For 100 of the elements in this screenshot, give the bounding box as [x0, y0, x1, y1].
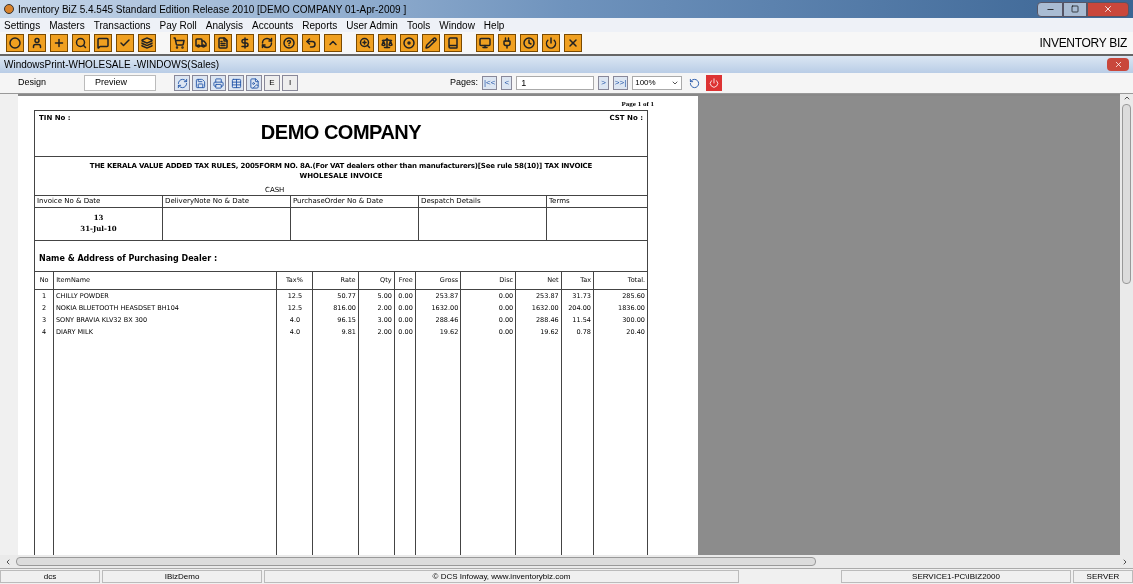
close-icon — [1103, 4, 1113, 14]
scroll-right-icon — [1121, 557, 1129, 566]
toolbar-button[interactable] — [72, 34, 90, 52]
toolbar-button[interactable] — [6, 34, 24, 52]
menu-item[interactable]: Masters — [49, 17, 85, 33]
menu-item[interactable]: Settings — [4, 17, 41, 33]
dropdown-caret-icon — [671, 79, 680, 87]
toolbar-button[interactable] — [236, 34, 254, 52]
toolbar-button[interactable] — [378, 34, 396, 52]
toolbar-button[interactable] — [564, 34, 582, 52]
toolbar-button[interactable] — [476, 34, 494, 52]
plug-icon — [501, 37, 513, 49]
undo-icon — [688, 77, 700, 89]
plus-icon — [53, 37, 65, 49]
menu-item[interactable]: Analysis — [205, 17, 244, 33]
status-bar-panel: IBizDemo — [102, 570, 262, 583]
menu-item[interactable]: Reports — [302, 17, 338, 33]
refresh-icon — [176, 77, 188, 89]
power-icon — [709, 78, 720, 88]
print-toolbar-button[interactable] — [174, 75, 190, 91]
speech-bubble-icon — [97, 37, 109, 49]
print-toolbar-button[interactable] — [192, 75, 208, 91]
text-toolbar-button[interactable]: I — [282, 75, 298, 91]
brand-text: INVENTORY BIZ — [1039, 35, 1127, 52]
next-page-button[interactable]: > — [598, 76, 609, 90]
last-page-button[interactable]: >>| — [612, 76, 629, 90]
stop-button[interactable] — [706, 75, 723, 91]
toolbar-button[interactable] — [116, 34, 134, 52]
zoom-dropdown[interactable]: 100% — [632, 76, 683, 90]
minimize-button[interactable] — [1037, 1, 1063, 17]
menu-item[interactable]: User Admin — [346, 17, 398, 33]
refresh-icon — [261, 37, 273, 49]
toolbar-button[interactable] — [170, 34, 188, 52]
vertical-scrollbar[interactable] — [1120, 94, 1133, 555]
power-icon — [545, 37, 557, 49]
print-toolbar-button[interactable] — [228, 75, 244, 91]
toolbar-button[interactable] — [444, 34, 462, 52]
toolbar-button[interactable] — [214, 34, 232, 52]
toolbar-button[interactable] — [520, 34, 538, 52]
clock-icon — [523, 37, 535, 49]
dollar-icon — [239, 37, 251, 49]
text-toolbar-button[interactable]: E — [264, 75, 280, 91]
toolbar-button[interactable] — [28, 34, 46, 52]
child-close-button[interactable] — [1107, 58, 1129, 71]
toolbar-button[interactable] — [422, 34, 440, 52]
scroll-up-icon — [1122, 94, 1131, 102]
book-icon — [447, 37, 459, 49]
undo-icon — [305, 37, 317, 49]
help-icon — [283, 37, 295, 49]
table-icon — [230, 77, 242, 89]
menu-item[interactable]: Window — [439, 17, 475, 33]
print-toolbar-button[interactable] — [210, 75, 226, 91]
toolbar-button[interactable] — [258, 34, 276, 52]
toolbar-button[interactable] — [324, 34, 342, 52]
menu-item[interactable]: Help — [483, 17, 505, 33]
dealer-label: Name & Address of Purchasing Dealer : — [39, 253, 218, 263]
status-bar-panel: SERVICE1-PC\IBIZ2000 — [841, 570, 1071, 583]
status-bar-panel: dcs — [0, 570, 100, 583]
zoom-icon — [359, 37, 371, 49]
disc-icon — [403, 37, 415, 49]
first-page-button[interactable]: |<< — [482, 76, 498, 90]
save-icon — [194, 77, 206, 89]
pencil-icon — [425, 37, 437, 49]
toolbar-button[interactable] — [302, 34, 320, 52]
truck-icon — [195, 37, 207, 49]
toolbar-button[interactable] — [192, 34, 210, 52]
toolbar-button[interactable] — [498, 34, 516, 52]
menu-item[interactable]: Pay Roll — [159, 17, 197, 33]
close-icon — [1113, 60, 1123, 69]
toolbar-button[interactable] — [138, 34, 156, 52]
toolbar-button[interactable] — [356, 34, 374, 52]
toolbar-button[interactable] — [542, 34, 560, 52]
cart-icon — [173, 37, 185, 49]
document-icon — [217, 37, 229, 49]
child-window-title: WindowsPrint-WHOLESALE -WINDOWS(Sales) — [4, 58, 221, 72]
toolbar-button[interactable] — [400, 34, 418, 52]
window-title: Inventory BiZ 5.4.545 Standard Edition Release 2010 [DEMO COMPANY 01-Apr-2009 ] — [18, 2, 408, 17]
company-name: DEMO COMPANY — [260, 119, 422, 145]
scroll-left-icon — [4, 557, 12, 566]
circle-icon — [9, 37, 21, 49]
status-bar-panel: © DCS Infoway, www.inventorybiz.com — [264, 570, 739, 583]
maximize-button[interactable] — [1063, 1, 1087, 17]
maximize-icon — [1071, 5, 1079, 13]
toolbar-button[interactable] — [50, 34, 68, 52]
menu-item[interactable]: Accounts — [252, 17, 294, 33]
menu-item[interactable]: Transactions — [93, 17, 151, 33]
printer-icon — [212, 77, 224, 89]
view-tab[interactable]: Preview — [84, 75, 156, 91]
horizontal-scrollbar[interactable] — [0, 555, 1133, 568]
page-field[interactable]: 1 — [516, 76, 595, 90]
previous-page-button[interactable]: < — [501, 76, 513, 90]
scale-icon — [381, 37, 393, 49]
toolbar-button[interactable] — [94, 34, 112, 52]
toolbar-button[interactable] — [280, 34, 298, 52]
check-icon — [119, 37, 131, 49]
stack-icon — [141, 37, 153, 49]
monitor-icon — [479, 37, 491, 49]
view-tab[interactable]: Design — [8, 75, 80, 91]
close-icon — [567, 37, 579, 49]
menu-item[interactable]: Tools — [406, 17, 431, 33]
